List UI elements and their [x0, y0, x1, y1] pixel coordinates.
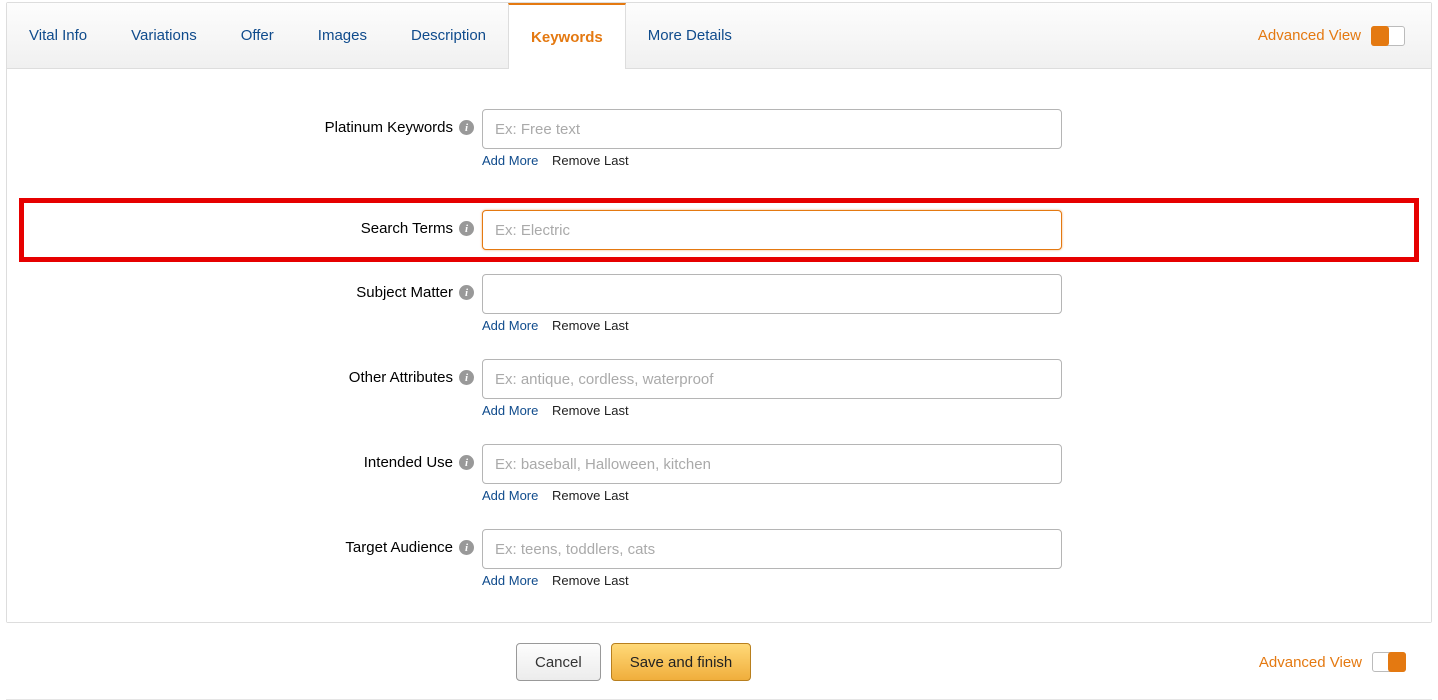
cancel-button[interactable]: Cancel	[516, 643, 601, 681]
remove-last-link[interactable]: Remove Last	[552, 488, 629, 503]
advanced-view-label-footer: Advanced View	[1259, 654, 1362, 671]
label-search-terms: Search Terms	[361, 220, 453, 237]
tab-images[interactable]: Images	[296, 3, 389, 68]
tab-description[interactable]: Description	[389, 3, 508, 68]
keywords-panel: Vital Info Variations Offer Images Descr…	[6, 2, 1432, 623]
footer-bar: Cancel Save and finish Advanced View	[6, 625, 1432, 700]
advanced-view-toggle-top[interactable]	[1371, 26, 1405, 46]
tab-offer[interactable]: Offer	[219, 3, 296, 68]
remove-last-link[interactable]: Remove Last	[552, 403, 629, 418]
info-icon[interactable]: i	[459, 540, 474, 555]
label-target-audience: Target Audience	[345, 539, 453, 556]
add-more-link[interactable]: Add More	[482, 488, 538, 503]
row-platinum-keywords: Platinum Keywords i Add More Remove Last	[27, 109, 1411, 190]
advanced-view-toggle-bottom[interactable]	[1372, 652, 1406, 672]
info-icon[interactable]: i	[459, 120, 474, 135]
add-more-link[interactable]: Add More	[482, 403, 538, 418]
tab-vital-info[interactable]: Vital Info	[7, 3, 109, 68]
add-more-link[interactable]: Add More	[482, 153, 538, 168]
tab-variations[interactable]: Variations	[109, 3, 219, 68]
remove-last-link[interactable]: Remove Last	[552, 153, 629, 168]
remove-last-link[interactable]: Remove Last	[552, 318, 629, 333]
label-other-attributes: Other Attributes	[349, 369, 453, 386]
input-other-attributes[interactable]	[482, 359, 1062, 399]
remove-last-link[interactable]: Remove Last	[552, 573, 629, 588]
input-subject-matter[interactable]	[482, 274, 1062, 314]
info-icon[interactable]: i	[459, 370, 474, 385]
label-subject-matter: Subject Matter	[356, 284, 453, 301]
form-area: Platinum Keywords i Add More Remove Last…	[7, 69, 1431, 622]
row-subject-matter: Subject Matter i Add More Remove Last	[27, 274, 1411, 355]
row-target-audience: Target Audience i Add More Remove Last	[27, 529, 1411, 588]
input-target-audience[interactable]	[482, 529, 1062, 569]
add-more-link[interactable]: Add More	[482, 318, 538, 333]
row-search-terms: Search Terms i	[27, 206, 1411, 254]
input-search-terms[interactable]	[482, 210, 1062, 250]
info-icon[interactable]: i	[459, 285, 474, 300]
tab-keywords[interactable]: Keywords	[508, 3, 626, 69]
input-intended-use[interactable]	[482, 444, 1062, 484]
row-other-attributes: Other Attributes i Add More Remove Last	[27, 359, 1411, 440]
tab-more-details[interactable]: More Details	[626, 3, 754, 68]
info-icon[interactable]: i	[459, 221, 474, 236]
info-icon[interactable]: i	[459, 455, 474, 470]
label-platinum-keywords: Platinum Keywords	[325, 119, 453, 136]
add-more-link[interactable]: Add More	[482, 573, 538, 588]
advanced-view-label: Advanced View	[1258, 27, 1361, 44]
label-intended-use: Intended Use	[364, 454, 453, 471]
tab-bar: Vital Info Variations Offer Images Descr…	[7, 3, 1431, 69]
input-platinum-keywords[interactable]	[482, 109, 1062, 149]
row-intended-use: Intended Use i Add More Remove Last	[27, 444, 1411, 525]
save-and-finish-button[interactable]: Save and finish	[611, 643, 752, 681]
